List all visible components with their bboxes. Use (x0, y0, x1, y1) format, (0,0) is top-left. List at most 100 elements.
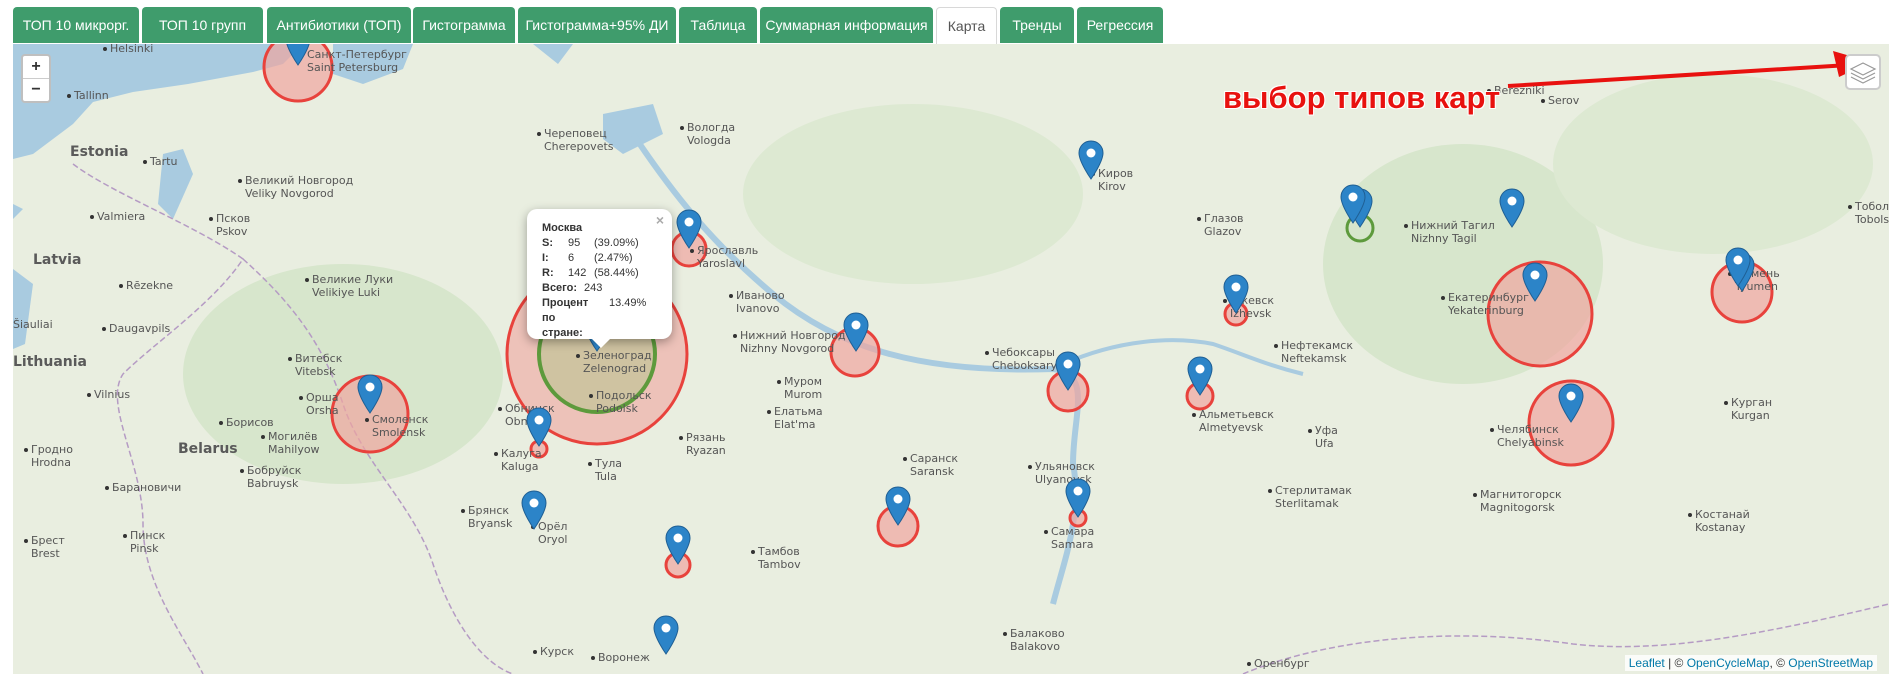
city-label: Калуга Kaluga (494, 447, 542, 473)
city-dot-icon (1473, 493, 1477, 497)
city-label: Борисов (219, 416, 274, 429)
city-label: Daugavpils (102, 322, 170, 335)
map-marker-icon[interactable] (1065, 478, 1091, 518)
city-dot-icon (1197, 217, 1201, 221)
city-dot-icon (729, 294, 733, 298)
popup-row: S: 95 (39.09%) (542, 237, 639, 249)
city-label-line: Glazov (1204, 225, 1242, 238)
zoom-in-button[interactable]: + (23, 56, 49, 79)
city-dot-icon (119, 284, 123, 288)
city-dot-icon (1441, 296, 1445, 300)
city-label-line: Курган (1731, 396, 1773, 409)
city-label: Пинск Pinsk (123, 529, 165, 555)
popup-row: I: 6 (2.47%) (542, 252, 633, 264)
lake-onega (533, 44, 573, 64)
map-view[interactable]: Helsinki Tallinn Tartu Valmiera Rēzekne Šiaul… (13, 44, 1889, 674)
popup-count: 6 (568, 252, 575, 264)
tab-trends[interactable]: Тренды (1000, 7, 1074, 43)
tab-histogram-ci[interactable]: Гистограмма+95% ДИ (518, 7, 676, 43)
city-label-line: Глазов (1204, 212, 1244, 225)
map-marker-icon[interactable] (1558, 383, 1584, 423)
city-dot-icon (690, 249, 694, 253)
tab-histogram[interactable]: Гистограмма (413, 7, 515, 43)
city-label: Челябинск Chelyabinsk (1490, 423, 1564, 449)
city-label-line: Yekaterinburg (1448, 304, 1524, 317)
city-label-line: Cheboksary (992, 359, 1058, 372)
tab-table[interactable]: Таблица (679, 7, 757, 43)
tab-summary[interactable]: Суммарная информация (760, 7, 933, 43)
city-dot-icon (105, 486, 109, 490)
popup-percent-label-3: стране: (542, 327, 583, 339)
city-label: Нижний Новгород Nizhny Novgorod (733, 329, 846, 355)
map-marker-icon[interactable] (1725, 247, 1751, 287)
city-label-line: Нефтекамск (1281, 339, 1353, 352)
map-marker-icon[interactable] (1055, 351, 1081, 391)
city-dot-icon (240, 469, 244, 473)
city-dot-icon (67, 94, 71, 98)
city-label-line: Нижний Тагил (1411, 219, 1495, 232)
map-marker-icon[interactable] (1522, 262, 1548, 302)
city-label-line: Орша (306, 391, 339, 404)
popup-percent-label: Процент (542, 297, 589, 309)
city-label-line: Саранск (910, 452, 959, 465)
map-marker-icon[interactable] (885, 486, 911, 526)
map-marker-icon[interactable] (1078, 140, 1104, 180)
map-marker-icon[interactable] (653, 615, 679, 655)
zoom-out-button[interactable]: − (23, 79, 49, 101)
city-label-line: Tambov (758, 558, 801, 571)
map-marker-icon[interactable] (1223, 274, 1249, 314)
city-label-line: Нижний Новгород (740, 329, 846, 342)
layers-button[interactable] (1845, 54, 1881, 90)
tab-top10-microorg[interactable]: ТОП 10 микрорг. (13, 7, 139, 43)
tab-map[interactable]: Карта (936, 7, 997, 45)
map-marker-icon[interactable] (357, 374, 383, 414)
city-label-line: Chelyabinsk (1497, 436, 1564, 449)
city-label-line: Барановичи (112, 481, 182, 494)
map-marker-icon[interactable] (1187, 356, 1213, 396)
tab-antibiotics[interactable]: Антибиотики (ТОП) (267, 7, 411, 43)
city-label-line: Стерлитамак (1275, 484, 1352, 497)
city-label-line: Rēzekne (126, 279, 174, 292)
map-marker-icon[interactable] (285, 44, 311, 66)
map-marker-icon[interactable] (843, 312, 869, 352)
map-marker-icon[interactable] (1340, 184, 1366, 224)
map-marker-icon[interactable] (676, 209, 702, 249)
city-label-line: Veliky Novgorod (245, 187, 334, 200)
city-label-line: Ярославль (697, 244, 759, 257)
city-label: Санкт-Петербург Saint Petersburg (300, 48, 407, 74)
popup-close-button[interactable]: × (656, 212, 664, 228)
city-label: Чебоксары Cheboksary (985, 346, 1058, 372)
city-label-line: Чебоксары (992, 346, 1055, 359)
map-marker-icon[interactable] (1499, 188, 1525, 228)
city-label-line: Гродно (31, 443, 73, 456)
city-label: Иваново Ivanovo (729, 289, 785, 315)
sea-area (13, 269, 33, 349)
leaflet-link[interactable]: Leaflet (1629, 656, 1665, 670)
tab-regression[interactable]: Регрессия (1077, 7, 1163, 43)
city-label-line: Almetyevsk (1199, 421, 1264, 434)
popup-percent: (58.44%) (594, 267, 639, 279)
map-marker-icon[interactable] (526, 407, 552, 447)
city-label: Tallinn (67, 89, 109, 102)
city-label-line: Tartu (150, 155, 178, 168)
city-dot-icon (777, 380, 781, 384)
map-marker-icon[interactable] (521, 490, 547, 530)
city-dot-icon (733, 334, 737, 338)
city-dot-icon (209, 217, 213, 221)
city-label: Тамбов Tambov (751, 545, 801, 571)
opencyclemap-link[interactable]: OpenCycleMap (1687, 656, 1770, 670)
popup-total-label: Всего: (542, 282, 577, 294)
country-estonia: Estonia (70, 144, 129, 160)
city-label-line: Zelenograd (583, 362, 647, 375)
popup-row: R: 142 (58.44%) (542, 267, 639, 279)
city-label: Альметьевск Almetyevsk (1192, 408, 1274, 434)
city-label: Балаково Balakovo (1003, 627, 1065, 653)
city-label-line: Ryazan (686, 444, 726, 457)
tab-top10-groups[interactable]: ТОП 10 групп (142, 7, 263, 43)
city-label: Самара Samara (1044, 525, 1094, 551)
attribution-separator: | © (1664, 656, 1687, 670)
popup-tip (591, 338, 611, 348)
map-marker-icon[interactable] (665, 525, 691, 565)
openstreetmap-link[interactable]: OpenStreetMap (1788, 656, 1873, 670)
city-label: Ярославль Yaroslavl (690, 244, 759, 270)
